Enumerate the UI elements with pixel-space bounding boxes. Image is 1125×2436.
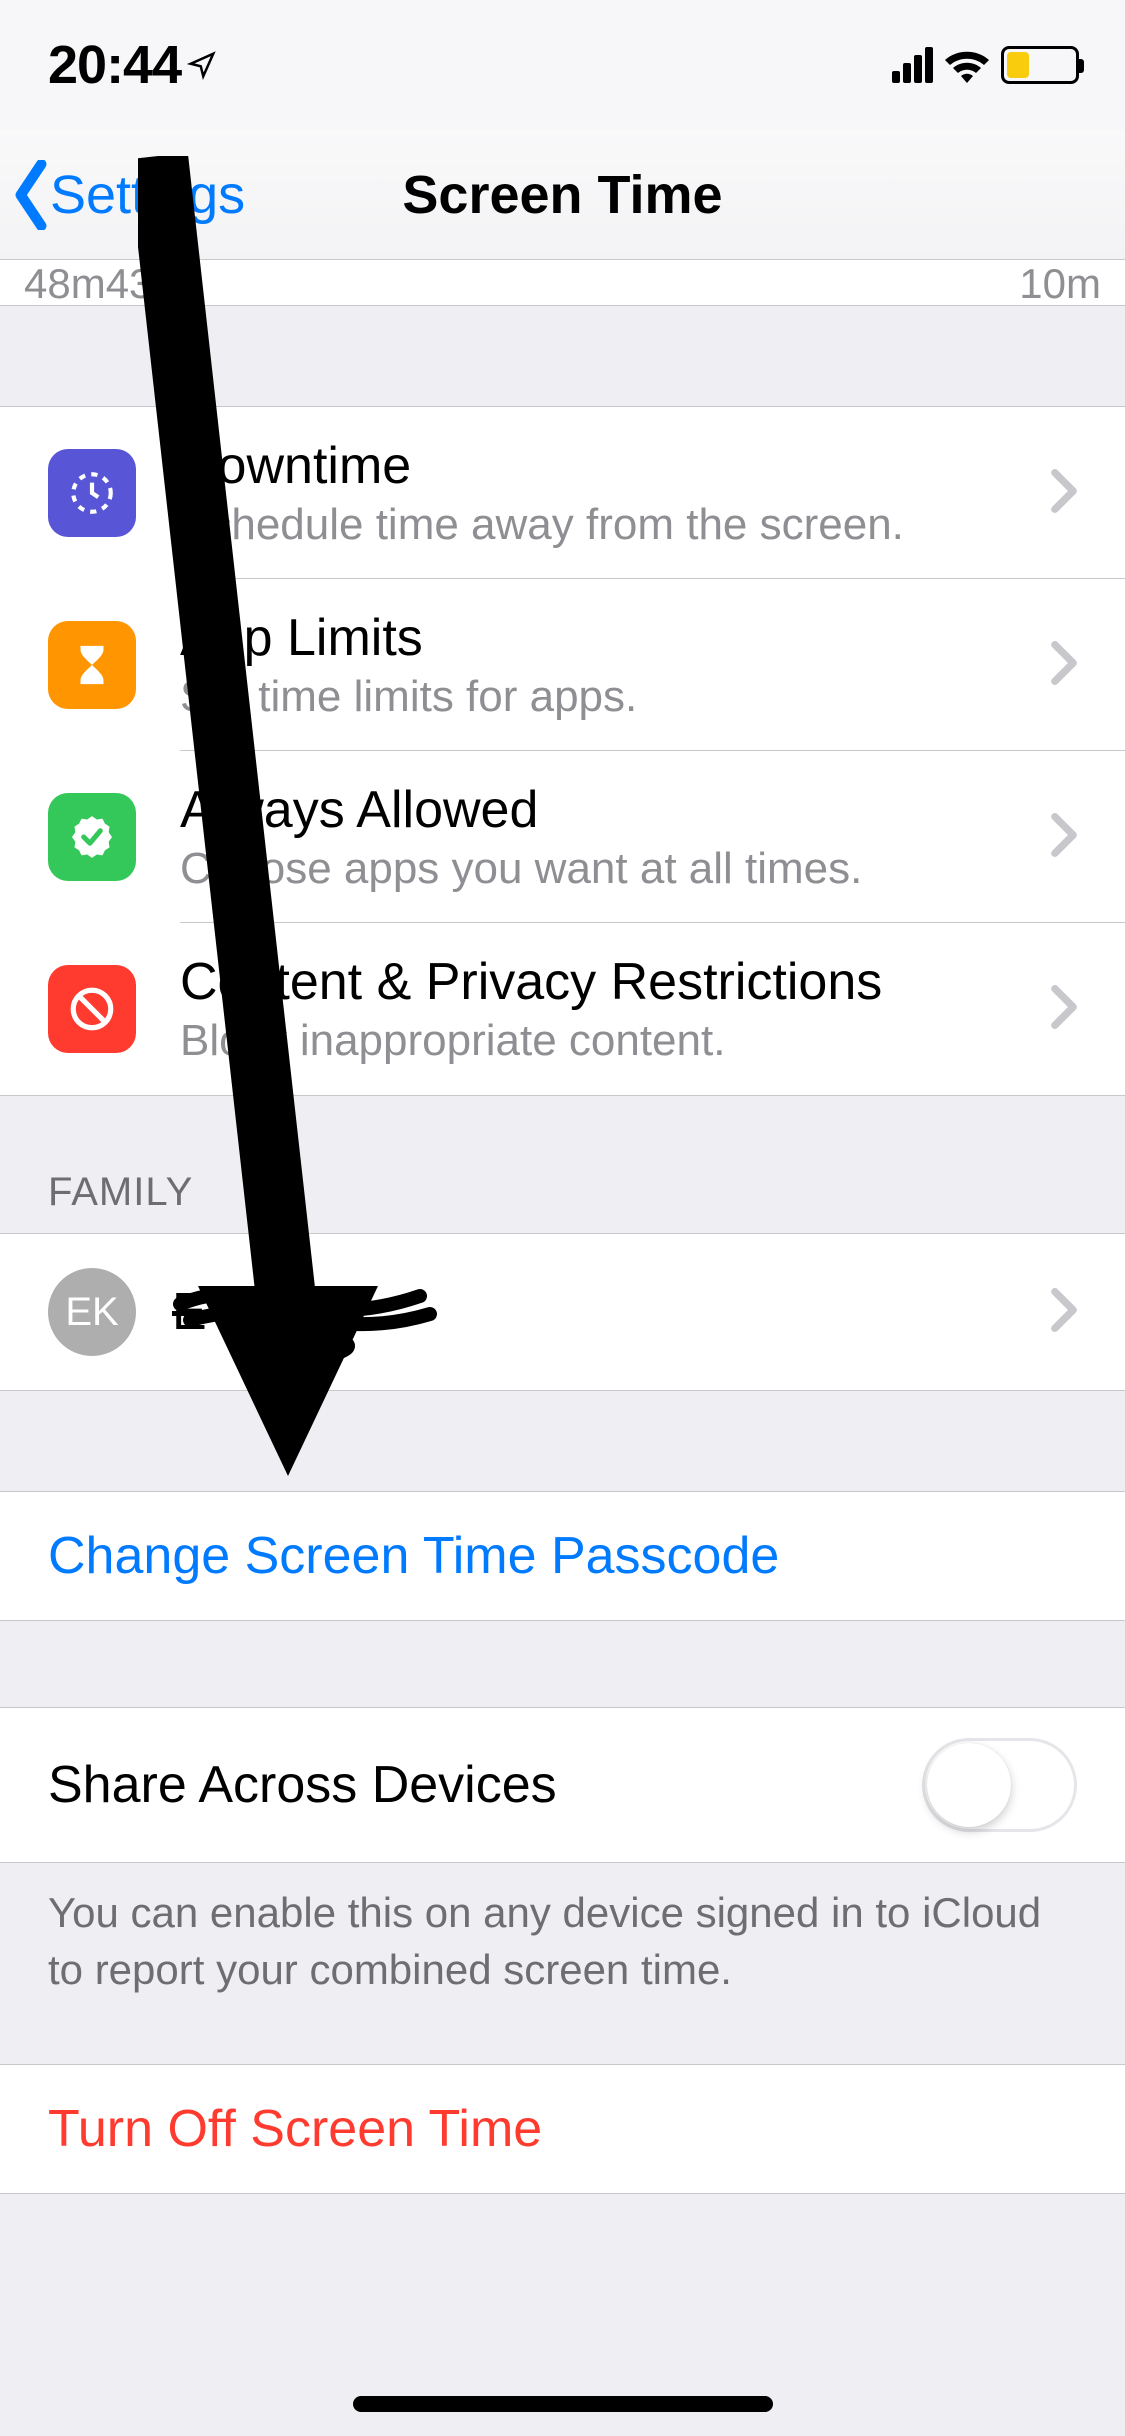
status-time: 20:44	[48, 34, 181, 96]
home-indicator[interactable]	[353, 2396, 773, 2412]
family-group: EK E--- K---	[0, 1233, 1125, 1391]
family-member-row[interactable]: EK E--- K---	[0, 1234, 1125, 1390]
row-always-allowed[interactable]: Always Allowed Choose apps you want at a…	[0, 751, 1125, 923]
location-icon	[187, 50, 217, 80]
chevron-right-icon	[1051, 985, 1077, 1034]
features-group: Downtime Schedule time away from the scr…	[0, 406, 1125, 1096]
back-button[interactable]: Settings	[12, 160, 245, 230]
change-passcode-label: Change Screen Time Passcode	[48, 1526, 779, 1586]
no-entry-icon	[48, 965, 136, 1053]
battery-icon	[1001, 46, 1079, 84]
page-title: Screen Time	[402, 164, 722, 226]
row-title: App Limits	[180, 608, 1051, 668]
passcode-group: Change Screen Time Passcode	[0, 1491, 1125, 1621]
back-label: Settings	[50, 164, 245, 226]
share-footer-note: You can enable this on any device signed…	[0, 1863, 1125, 2020]
downtime-icon	[48, 449, 136, 537]
share-across-devices-row: Share Across Devices	[0, 1708, 1125, 1862]
row-title: Content & Privacy Restrictions	[180, 952, 1051, 1012]
status-bar: 20:44	[0, 0, 1125, 130]
chevron-right-icon	[1051, 1288, 1077, 1337]
share-group: Share Across Devices	[0, 1707, 1125, 1863]
row-subtitle: Choose apps you want at all times.	[180, 844, 1051, 894]
status-left: 20:44	[48, 34, 217, 96]
usage-summary-peek[interactable]: 48m 43m 10m	[0, 260, 1125, 306]
row-subtitle: Schedule time away from the screen.	[180, 500, 1051, 550]
cellular-icon	[892, 47, 933, 83]
hourglass-icon	[48, 621, 136, 709]
row-title: Always Allowed	[180, 780, 1051, 840]
change-passcode-button[interactable]: Change Screen Time Passcode	[0, 1492, 1125, 1620]
row-downtime[interactable]: Downtime Schedule time away from the scr…	[0, 407, 1125, 579]
turn-off-label: Turn Off Screen Time	[48, 2099, 542, 2159]
chevron-right-icon	[1051, 813, 1077, 862]
peek-value: 43m	[106, 260, 188, 306]
row-subtitle: Set time limits for apps.	[180, 672, 1051, 722]
row-content-restrictions[interactable]: Content & Privacy Restrictions Block ina…	[0, 923, 1125, 1095]
wifi-icon	[943, 47, 991, 83]
chevron-left-icon	[12, 160, 50, 230]
chevron-right-icon	[1051, 641, 1077, 690]
check-badge-icon	[48, 793, 136, 881]
chevron-right-icon	[1051, 469, 1077, 518]
status-right	[892, 46, 1079, 84]
row-title: Downtime	[180, 436, 1051, 496]
nav-header: Settings Screen Time	[0, 130, 1125, 260]
turn-off-screentime-button[interactable]: Turn Off Screen Time	[0, 2065, 1125, 2193]
share-toggle[interactable]	[922, 1738, 1077, 1832]
share-label: Share Across Devices	[48, 1755, 557, 1815]
family-member-name: E--- K---	[172, 1283, 360, 1341]
row-subtitle: Block inappropriate content.	[180, 1016, 1051, 1066]
peek-value: 10m	[1019, 260, 1101, 306]
avatar: EK	[48, 1268, 136, 1356]
turnoff-group: Turn Off Screen Time	[0, 2064, 1125, 2194]
peek-value: 48m	[24, 260, 106, 306]
row-app-limits[interactable]: App Limits Set time limits for apps.	[0, 579, 1125, 751]
family-section-header: FAMILY	[0, 1150, 1125, 1233]
avatar-initials: EK	[65, 1290, 118, 1335]
